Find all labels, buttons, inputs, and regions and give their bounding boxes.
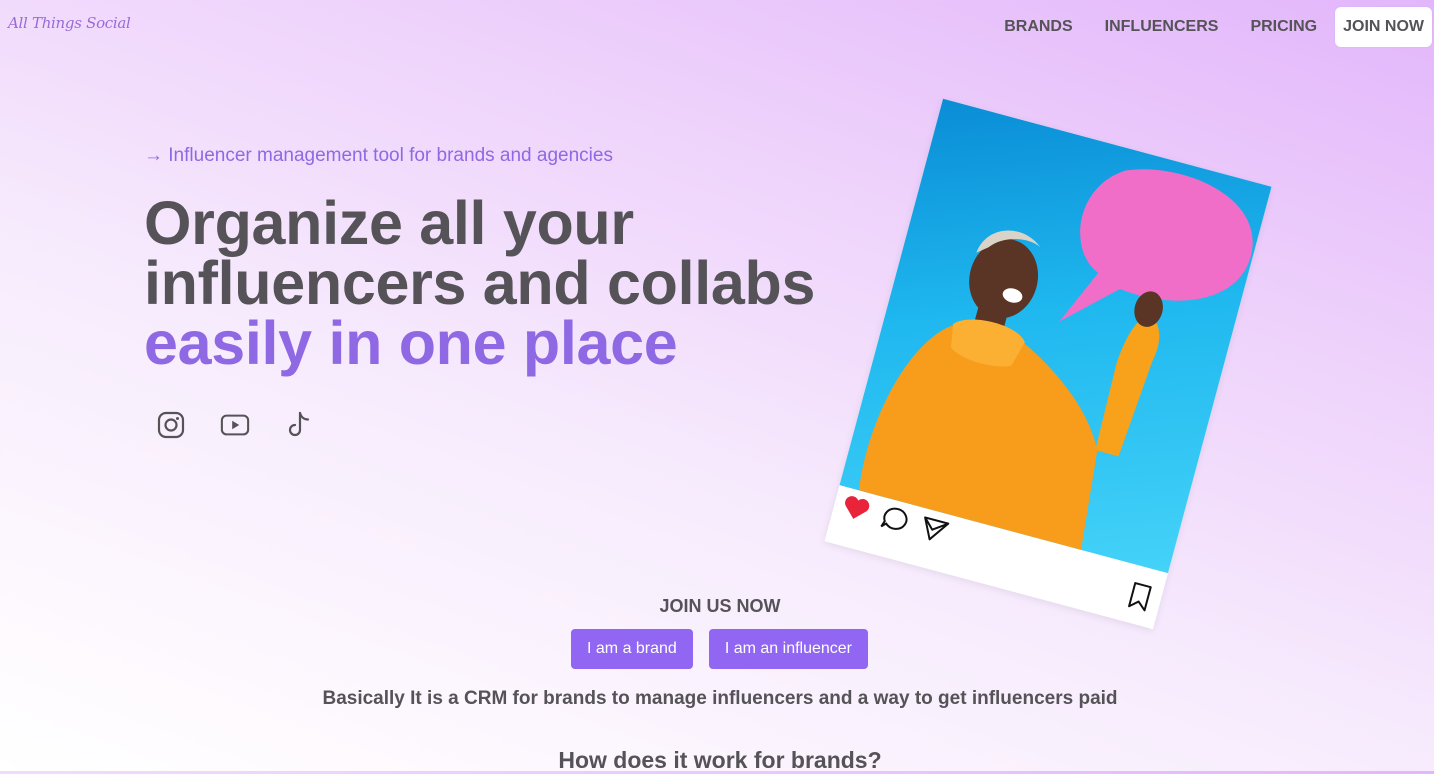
nav-brands[interactable]: BRANDS [988, 7, 1088, 47]
hero-headline: Organize all your influencers and collab… [144, 189, 816, 377]
tiktok-icon[interactable] [284, 408, 314, 442]
logo[interactable]: All Things Social [8, 14, 131, 32]
headline-line-1: Organize all your [144, 189, 634, 257]
how-it-works-title: How does it work for brands? [558, 747, 882, 773]
main-nav: BRANDS INFLUENCERS PRICING JOIN NOW [988, 7, 1434, 47]
nav-influencers[interactable]: INFLUENCERS [1089, 7, 1235, 47]
instagram-icon[interactable] [156, 408, 186, 442]
youtube-icon[interactable] [220, 408, 250, 442]
join-section-title: JOIN US NOW [659, 596, 781, 616]
hero-tagline: → Influencer management tool for brands … [144, 145, 613, 166]
post-photo [839, 98, 1272, 574]
product-description: Basically It is a CRM for brands to mana… [322, 688, 1118, 709]
send-icon[interactable] [917, 513, 953, 546]
heart-icon[interactable] [839, 492, 873, 524]
headline-line-2: influencers and collabs [144, 249, 816, 317]
headline-accent: easily in one place [144, 309, 678, 377]
influencer-signup-button[interactable]: I am an influencer [708, 629, 869, 669]
comment-icon[interactable] [878, 502, 912, 534]
join-buttons: I am a brand I am an influencer [571, 629, 884, 669]
social-post-card [824, 98, 1272, 630]
brand-signup-button[interactable]: I am a brand [571, 629, 693, 669]
woman-with-speech-bubble-illustration [858, 169, 1253, 550]
nav-pricing[interactable]: PRICING [1234, 7, 1333, 47]
social-icons [156, 408, 348, 442]
join-now-button[interactable]: JOIN NOW [1335, 7, 1432, 47]
